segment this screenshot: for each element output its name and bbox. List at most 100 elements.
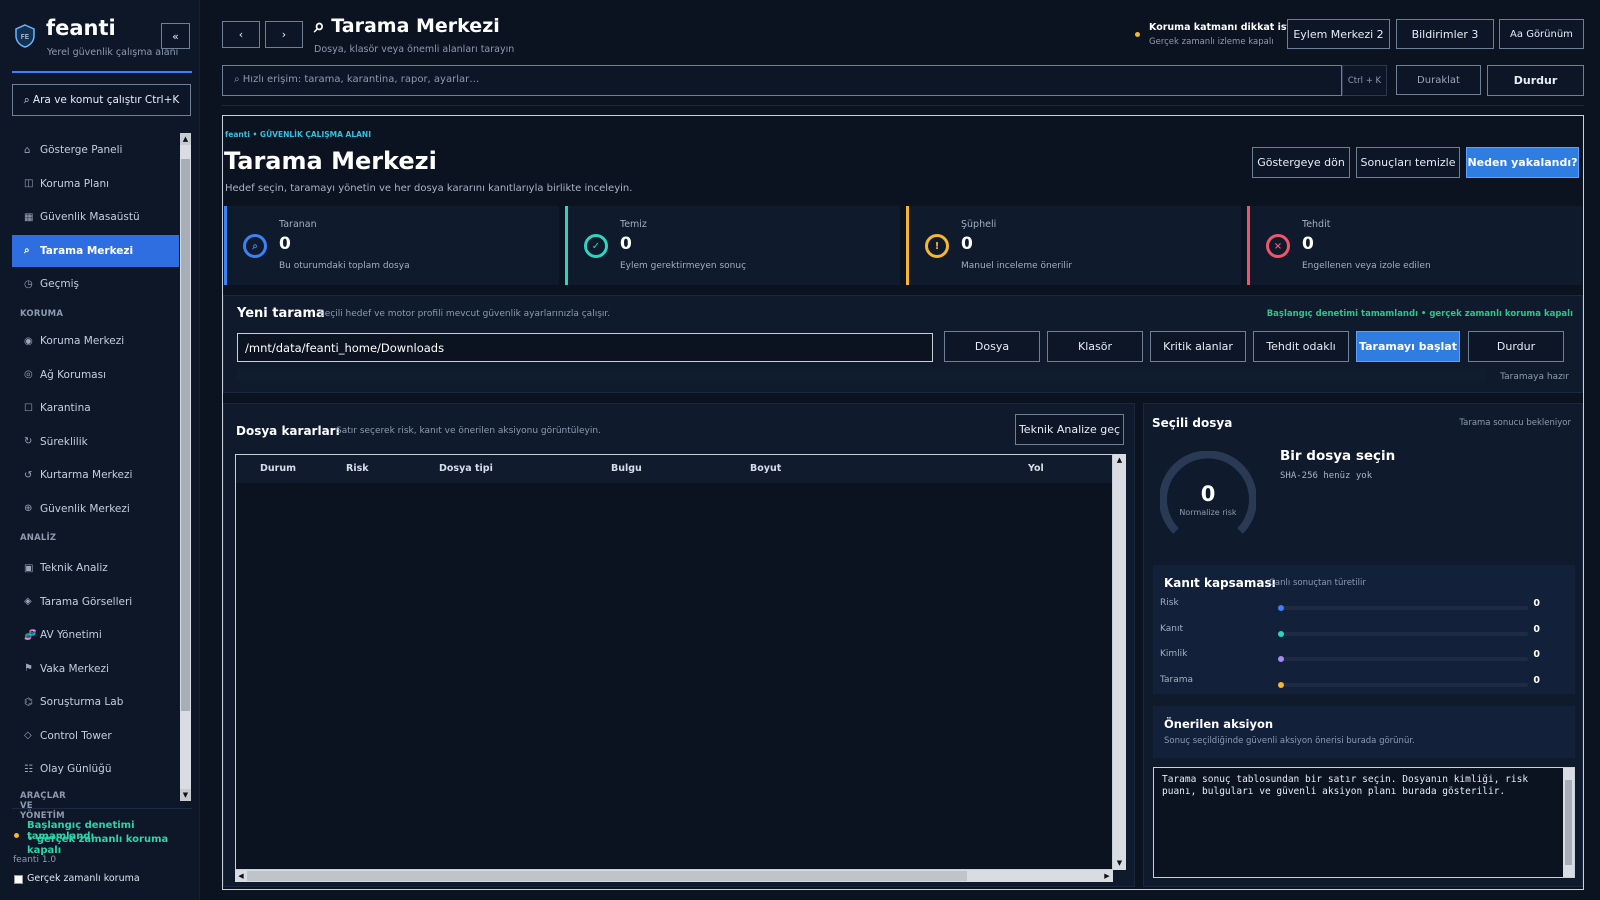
why-caught-button[interactable]: Neden yakalandı? xyxy=(1466,147,1579,178)
stat-scanned-icon: ⌕ xyxy=(243,234,267,258)
sidebar-item-control-tower[interactable]: ◇ Control Tower xyxy=(12,720,179,752)
coverage-hint: Canlı sonuçtan türetilir xyxy=(1269,578,1366,588)
sidebar-item-olay-günlüğü[interactable]: ☷ Olay Günlüğü xyxy=(12,753,179,785)
quick-search-input[interactable]: ⌕ Hızlı erişim: tarama, karantina, rapor… xyxy=(222,65,1342,96)
pause-button[interactable]: Duraklat xyxy=(1396,65,1481,95)
sidebar-item-geçmiş[interactable]: ◷ Geçmiş xyxy=(12,268,179,300)
stat-card-clean: ✓ Temiz 0 Eylem gerektirmeyen sonuç xyxy=(565,206,900,285)
col-risk[interactable]: Risk xyxy=(346,455,369,483)
table-scroll-left-icon[interactable]: ◀ xyxy=(235,870,247,882)
header-stop-button[interactable]: Durdur xyxy=(1487,65,1584,96)
scan-file-button[interactable]: Dosya xyxy=(944,331,1040,362)
scan-critical-button[interactable]: Kritik alanlar xyxy=(1150,331,1246,362)
table-scroll-up-icon[interactable]: ▲ xyxy=(1113,454,1126,467)
decisions-title: Dosya kararları xyxy=(236,424,340,438)
coverage-row-risk: Risk 0 xyxy=(1160,598,1550,618)
sidebar-item-soruşturma-lab[interactable]: ⌬ Soruşturma Lab xyxy=(12,686,179,718)
sidebar-item-icon: ↺ xyxy=(24,469,33,481)
scroll-up-arrow-icon[interactable]: ▲ xyxy=(180,133,191,145)
scan-folder-button[interactable]: Klasör xyxy=(1047,331,1143,362)
sidebar-item-label: Vaka Merkezi xyxy=(40,662,109,675)
sidebar-item-vaka-merkezi[interactable]: ⚑ Vaka Merkezi xyxy=(12,653,179,685)
sidebar-item-gösterge-paneli[interactable]: ⌂ Gösterge Paneli xyxy=(12,134,179,166)
action-center-button[interactable]: Eylem Merkezi 2 xyxy=(1287,19,1390,49)
sidebar-item-güvenlik-masaüstü[interactable]: ▦ Güvenlik Masaüstü xyxy=(12,201,179,233)
notifications-button[interactable]: Bildirimler 3 xyxy=(1396,19,1494,49)
sidebar-item-label: Soruşturma Lab xyxy=(40,696,124,708)
coverage-row-tarama: Tarama 0 xyxy=(1160,675,1550,695)
technical-analysis-button[interactable]: Teknik Analize geç xyxy=(1015,414,1124,445)
stat-label: Temiz xyxy=(620,219,647,230)
sidebar-item-icon: ⌂ xyxy=(24,144,31,156)
stat-value: 0 xyxy=(1302,234,1314,254)
sidebar-item-label: Koruma Merkezi xyxy=(40,335,125,347)
scroll-down-arrow-icon[interactable]: ▼ xyxy=(180,789,191,801)
table-scroll-down-icon[interactable]: ▼ xyxy=(1113,857,1126,870)
app-name: feanti xyxy=(46,16,116,40)
forward-button[interactable]: › xyxy=(265,21,303,48)
sidebar-item-label: Tarama Merkezi xyxy=(40,244,134,257)
view-button[interactable]: Aa Görünüm xyxy=(1499,19,1584,49)
details-scrollbar[interactable] xyxy=(1563,768,1574,877)
coverage-name: Kanıt xyxy=(1160,623,1183,634)
sidebar-item-koruma-merkezi[interactable]: ◉ Koruma Merkezi xyxy=(12,325,179,357)
stat-label: Taranan xyxy=(279,219,317,230)
sidebar-item-tarama-görselleri[interactable]: ◈ Tarama Görselleri xyxy=(12,586,179,618)
table-horizontal-thumb[interactable] xyxy=(247,871,967,881)
risk-gauge-label: Normalize risk xyxy=(1179,508,1237,517)
table-header: Durum Risk Dosya tipi Bulgu Boyut Yol xyxy=(236,455,1112,483)
stat-value: 0 xyxy=(279,234,291,254)
details-scroll-thumb[interactable] xyxy=(1565,780,1572,865)
sidebar-item-tarama-merkezi[interactable]: ⌕ Tarama Merkezi xyxy=(12,234,179,267)
sidebar-scroll-thumb[interactable] xyxy=(181,159,190,711)
coverage-bar-fill xyxy=(1278,681,1284,688)
sidebar-item-kurtarma-merkezi[interactable]: ↺ Kurtarma Merkezi xyxy=(12,459,179,491)
sidebar-item-label: Olay Günlüğü xyxy=(40,763,112,775)
scan-stop-button[interactable]: Durdur xyxy=(1468,331,1564,362)
command-search-button[interactable]: ⌕ Ara ve komut çalıştır Ctrl+K xyxy=(12,84,191,116)
sidebar-item-icon: ⌕ xyxy=(24,245,30,256)
realtime-checkbox[interactable] xyxy=(14,875,23,884)
sidebar-item-icon: ⊕ xyxy=(24,503,33,514)
coverage-value: 0 xyxy=(1533,598,1540,609)
sidebar-item-koruma-planı[interactable]: ◫ Koruma Planı xyxy=(12,168,179,200)
sidebar-scrollbar[interactable]: ▲ ▼ xyxy=(180,133,191,801)
coverage-title: Kanıt kapsaması xyxy=(1164,576,1276,590)
details-textarea[interactable]: Tarama sonuç tablosundan bir satır seçin… xyxy=(1153,767,1575,878)
scan-threat-button[interactable]: Tehdit odaklı xyxy=(1253,331,1349,362)
sidebar-item-güvenlik-merkezi[interactable]: ⊕ Güvenlik Merkezi xyxy=(12,493,179,525)
back-to-dashboard-button[interactable]: Göstergeye dön xyxy=(1252,147,1350,178)
selected-title: Seçili dosya xyxy=(1152,416,1233,430)
col-size[interactable]: Boyut xyxy=(750,455,781,483)
collapse-sidebar-button[interactable]: « xyxy=(161,23,190,49)
sidebar-item-label: Geçmiş xyxy=(40,278,79,290)
sidebar-item-label: Ağ Koruması xyxy=(40,368,106,381)
sidebar-item-ağ-koruması[interactable]: ◎ Ağ Koruması xyxy=(12,359,179,391)
version-label: feanti 1.0 xyxy=(13,855,57,865)
scan-progress-track xyxy=(237,369,1487,381)
stat-suspicious-icon: ! xyxy=(925,234,949,258)
col-file-type[interactable]: Dosya tipi xyxy=(439,455,493,483)
coverage-bar xyxy=(1278,605,1528,611)
alert-subtitle: Gerçek zamanlı izleme kapalı xyxy=(1149,37,1274,47)
table-horizontal-scrollbar[interactable]: ◀ ▶ xyxy=(235,870,1113,882)
scan-path-input[interactable]: /mnt/data/feanti_home/Downloads xyxy=(237,333,933,362)
clear-results-button[interactable]: Sonuçları temizle xyxy=(1356,147,1460,178)
sidebar-item-süreklilik[interactable]: ↻ Süreklilik xyxy=(12,426,179,458)
col-path[interactable]: Yol xyxy=(1028,455,1044,483)
sidebar-item-icon: ☷ xyxy=(24,763,33,775)
sidebar-item-teknik-analiz[interactable]: ▣ Teknik Analiz xyxy=(12,552,179,584)
sidebar-item-av-yönetimi[interactable]: 🧬 AV Yönetimi xyxy=(12,619,179,651)
col-status[interactable]: Durum xyxy=(260,455,296,483)
stat-subtitle: Manuel inceleme önerilir xyxy=(961,261,1073,271)
back-button[interactable]: ‹ xyxy=(222,21,260,48)
coverage-value: 0 xyxy=(1533,623,1540,635)
sidebar-item-karantina[interactable]: ☐ Karantina xyxy=(12,392,179,424)
col-finding[interactable]: Bulgu xyxy=(611,455,642,483)
new-scan-panel: Yeni tarama Seçili hedef ve motor profil… xyxy=(223,295,1583,393)
table-scroll-right-icon[interactable]: ▶ xyxy=(1101,870,1113,882)
new-scan-title: Yeni tarama xyxy=(237,306,325,321)
sidebar-item-icon: ◉ xyxy=(24,335,33,347)
start-scan-button[interactable]: Taramayı başlat xyxy=(1356,331,1460,362)
table-vertical-scrollbar[interactable]: ▲ ▼ xyxy=(1113,454,1126,870)
